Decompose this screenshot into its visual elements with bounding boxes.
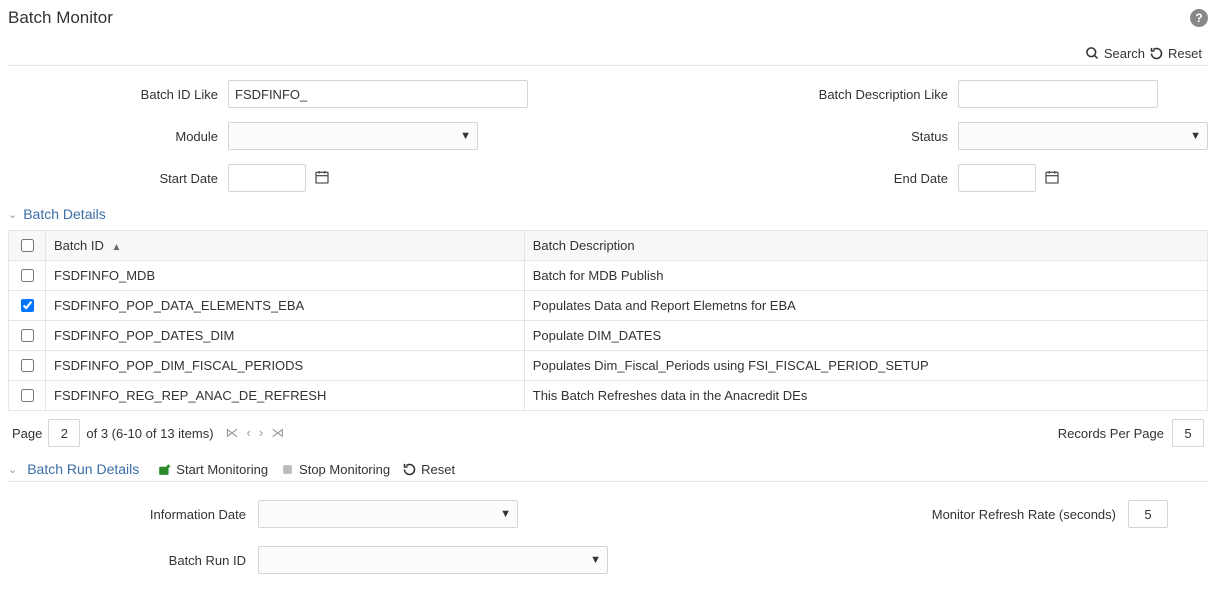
batch-desc-cell: This Batch Refreshes data in the Anacred… <box>524 381 1207 411</box>
chevron-down-icon: ▼ <box>590 554 601 566</box>
batch-run-id-label: Batch Run ID <box>8 553 258 568</box>
batch-desc-cell: Populate DIM_DATES <box>524 321 1207 351</box>
row-checkbox[interactable] <box>21 329 34 342</box>
row-checkbox[interactable] <box>21 389 34 402</box>
batch-id-cell: FSDFINFO_POP_DATES_DIM <box>46 321 525 351</box>
search-icon <box>1085 46 1100 61</box>
prev-page-icon[interactable]: ‹ <box>247 425 251 441</box>
chevron-down-icon: ▼ <box>1190 130 1201 142</box>
table-row[interactable]: FSDFINFO_POP_DATES_DIMPopulate DIM_DATES <box>9 321 1208 351</box>
chevron-down-icon: ▼ <box>500 508 511 520</box>
batch-details-table: Batch ID ▲ Batch Description FSDFINFO_MD… <box>8 230 1208 411</box>
start-monitoring-icon <box>157 462 172 477</box>
batch-id-cell: FSDFINFO_POP_DATA_ELEMENTS_EBA <box>46 291 525 321</box>
page-suffix: of 3 (6-10 of 13 items) <box>86 426 213 441</box>
table-row[interactable]: FSDFINFO_MDBBatch for MDB Publish <box>9 261 1208 291</box>
calendar-icon[interactable] <box>314 169 330 188</box>
batch-details-header[interactable]: ⌄ Batch Details <box>8 202 1208 226</box>
run-reset-label: Reset <box>421 462 455 477</box>
refresh-rate-label: Monitor Refresh Rate (seconds) <box>878 507 1128 522</box>
batch-id-cell: FSDFINFO_REG_REP_ANAC_DE_REFRESH <box>46 381 525 411</box>
chevron-down-icon: ⌄ <box>8 463 17 476</box>
records-per-page-label: Records Per Page <box>1058 426 1164 441</box>
refresh-rate-input[interactable] <box>1128 500 1168 528</box>
batch-id-cell: FSDFINFO_POP_DIM_FISCAL_PERIODS <box>46 351 525 381</box>
batch-details-title: Batch Details <box>23 206 105 222</box>
end-date-input[interactable] <box>958 164 1036 192</box>
batch-desc-cell: Populates Data and Report Elemetns for E… <box>524 291 1207 321</box>
start-monitoring-label: Start Monitoring <box>176 462 268 477</box>
stop-monitoring-button[interactable]: Stop Monitoring <box>280 462 390 477</box>
batch-desc-cell: Batch for MDB Publish <box>524 261 1207 291</box>
help-icon[interactable]: ? <box>1190 9 1208 27</box>
stop-monitoring-label: Stop Monitoring <box>299 462 390 477</box>
calendar-icon[interactable] <box>1044 169 1060 188</box>
table-row[interactable]: FSDFINFO_REG_REP_ANAC_DE_REFRESHThis Bat… <box>9 381 1208 411</box>
reset-label: Reset <box>1168 46 1202 61</box>
page-title: Batch Monitor <box>8 8 113 28</box>
search-button[interactable]: Search <box>1085 46 1145 61</box>
col-batch-desc[interactable]: Batch Description <box>524 231 1207 261</box>
chevron-down-icon: ▼ <box>460 130 471 142</box>
end-date-label: End Date <box>738 171 958 186</box>
reset-button[interactable]: Reset <box>1149 46 1202 61</box>
table-row[interactable]: FSDFINFO_POP_DIM_FISCAL_PERIODSPopulates… <box>9 351 1208 381</box>
batch-run-details-title: Batch Run Details <box>27 461 139 477</box>
info-date-label: Information Date <box>8 507 258 522</box>
first-page-icon[interactable]: ⋉ <box>226 425 239 441</box>
row-checkbox[interactable] <box>21 359 34 372</box>
batch-run-id-select[interactable]: ▼ <box>258 546 608 574</box>
status-label: Status <box>738 129 958 144</box>
col-batch-id-label: Batch ID <box>54 238 104 253</box>
status-select[interactable]: ▼ <box>958 122 1208 150</box>
page-input[interactable] <box>48 419 80 447</box>
run-reset-button[interactable]: Reset <box>402 462 455 477</box>
module-label: Module <box>8 129 228 144</box>
batch-id-cell: FSDFINFO_MDB <box>46 261 525 291</box>
batch-run-details-header[interactable]: ⌄ Batch Run Details Start Monitoring Sto… <box>8 457 1208 481</box>
batch-desc-like-input[interactable] <box>958 80 1158 108</box>
chevron-down-icon: ⌄ <box>8 208 17 221</box>
table-row[interactable]: FSDFINFO_POP_DATA_ELEMENTS_EBAPopulates … <box>9 291 1208 321</box>
last-page-icon[interactable]: ⋊ <box>271 425 284 441</box>
reset-icon <box>402 462 417 477</box>
page-label: Page <box>12 426 42 441</box>
row-checkbox[interactable] <box>21 269 34 282</box>
records-per-page-input[interactable] <box>1172 419 1204 447</box>
reset-icon <box>1149 46 1164 61</box>
sort-asc-icon: ▲ <box>111 242 121 253</box>
search-label: Search <box>1104 46 1145 61</box>
stop-monitoring-icon <box>280 462 295 477</box>
select-all-checkbox[interactable] <box>21 239 34 252</box>
start-date-input[interactable] <box>228 164 306 192</box>
col-batch-id[interactable]: Batch ID ▲ <box>46 231 525 261</box>
batch-id-like-label: Batch ID Like <box>8 87 228 102</box>
info-date-select[interactable]: ▼ <box>258 500 518 528</box>
module-select[interactable]: ▼ <box>228 122 478 150</box>
batch-desc-cell: Populates Dim_Fiscal_Periods using FSI_F… <box>524 351 1207 381</box>
batch-id-like-input[interactable] <box>228 80 528 108</box>
row-checkbox[interactable] <box>21 299 34 312</box>
start-monitoring-button[interactable]: Start Monitoring <box>157 462 268 477</box>
start-date-label: Start Date <box>8 171 228 186</box>
batch-desc-like-label: Batch Description Like <box>738 87 958 102</box>
next-page-icon[interactable]: › <box>259 425 263 441</box>
